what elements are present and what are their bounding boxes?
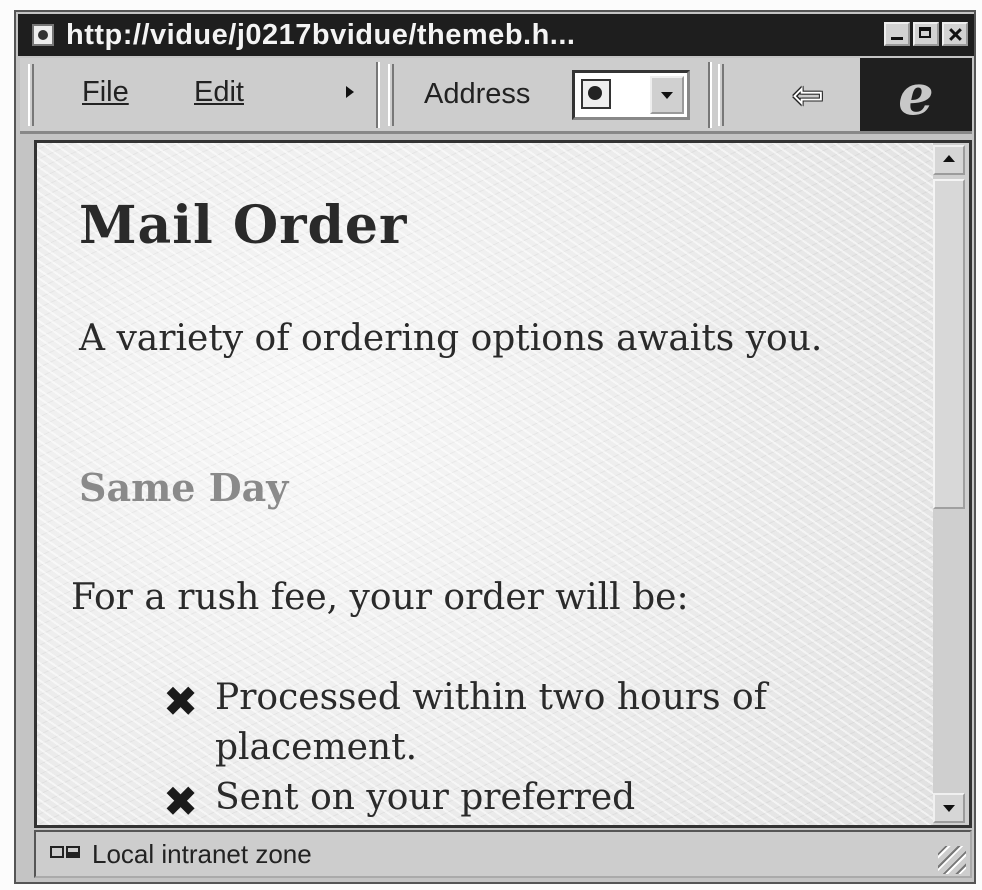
x-bullet-icon: ✖ — [163, 677, 199, 726]
vertical-scrollbar[interactable] — [933, 143, 969, 825]
ie-page-icon[interactable] — [32, 24, 54, 46]
scroll-down-button[interactable] — [933, 793, 965, 823]
ie-logo-glyph: e — [898, 61, 934, 128]
page-icon — [581, 79, 611, 109]
address-field[interactable] — [572, 70, 690, 120]
list-item: ✖ Processed within two hours of placemen… — [163, 673, 863, 773]
toolbar-grip[interactable] — [28, 64, 34, 126]
list-item-text: Sent on your preferred — [215, 777, 636, 818]
maximize-button[interactable] — [913, 22, 939, 46]
content-viewport: Mail Order A variety of ordering options… — [34, 140, 972, 828]
intranet-zone-icon — [50, 842, 82, 866]
scroll-up-button[interactable] — [933, 145, 965, 175]
back-arrow-icon[interactable]: ⇦ — [782, 76, 834, 116]
address-label: Address — [424, 78, 531, 110]
address-dropdown-button[interactable] — [650, 76, 684, 114]
minimize-button[interactable] — [884, 22, 910, 46]
resize-grip[interactable] — [938, 846, 966, 874]
address-grip[interactable] — [388, 64, 394, 126]
toolbar-separator — [708, 62, 712, 128]
toolbar-separator — [376, 62, 380, 128]
intro-text: A variety of ordering options awaits you… — [79, 318, 823, 359]
menu-overflow-chevron-icon[interactable] — [346, 86, 354, 98]
list-item-text: Processed within two hours of placement. — [215, 677, 768, 768]
links-grip[interactable] — [718, 64, 724, 126]
scroll-thumb[interactable] — [933, 179, 965, 509]
page-heading: Mail Order — [79, 195, 408, 256]
list-item: ✖ Sent on your preferred — [163, 773, 863, 823]
menu-file-label: File — [82, 76, 129, 108]
menu-file[interactable]: File — [82, 76, 129, 109]
section-heading: Same Day — [79, 465, 289, 510]
x-bullet-icon: ✖ — [163, 777, 199, 826]
window-title: http://vidue/j0217bvidue/themeb.h... — [66, 18, 576, 51]
menu-edit-label: Edit — [194, 76, 244, 108]
status-bar: Local intranet zone — [34, 830, 972, 878]
close-button[interactable] — [942, 22, 968, 46]
window-controls — [884, 22, 968, 46]
lead-text: For a rush fee, your order will be: — [71, 577, 689, 618]
status-zone-text: Local intranet zone — [92, 838, 312, 869]
menu-edit[interactable]: Edit — [194, 76, 244, 109]
toolbar: File Edit Address ⇦ e — [20, 58, 972, 134]
web-page: Mail Order A variety of ordering options… — [37, 143, 933, 825]
bullet-list: ✖ Processed within two hours of placemen… — [163, 673, 863, 823]
title-bar[interactable]: http://vidue/j0217bvidue/themeb.h... — [18, 14, 974, 56]
ie-logo-icon: e — [860, 58, 972, 131]
